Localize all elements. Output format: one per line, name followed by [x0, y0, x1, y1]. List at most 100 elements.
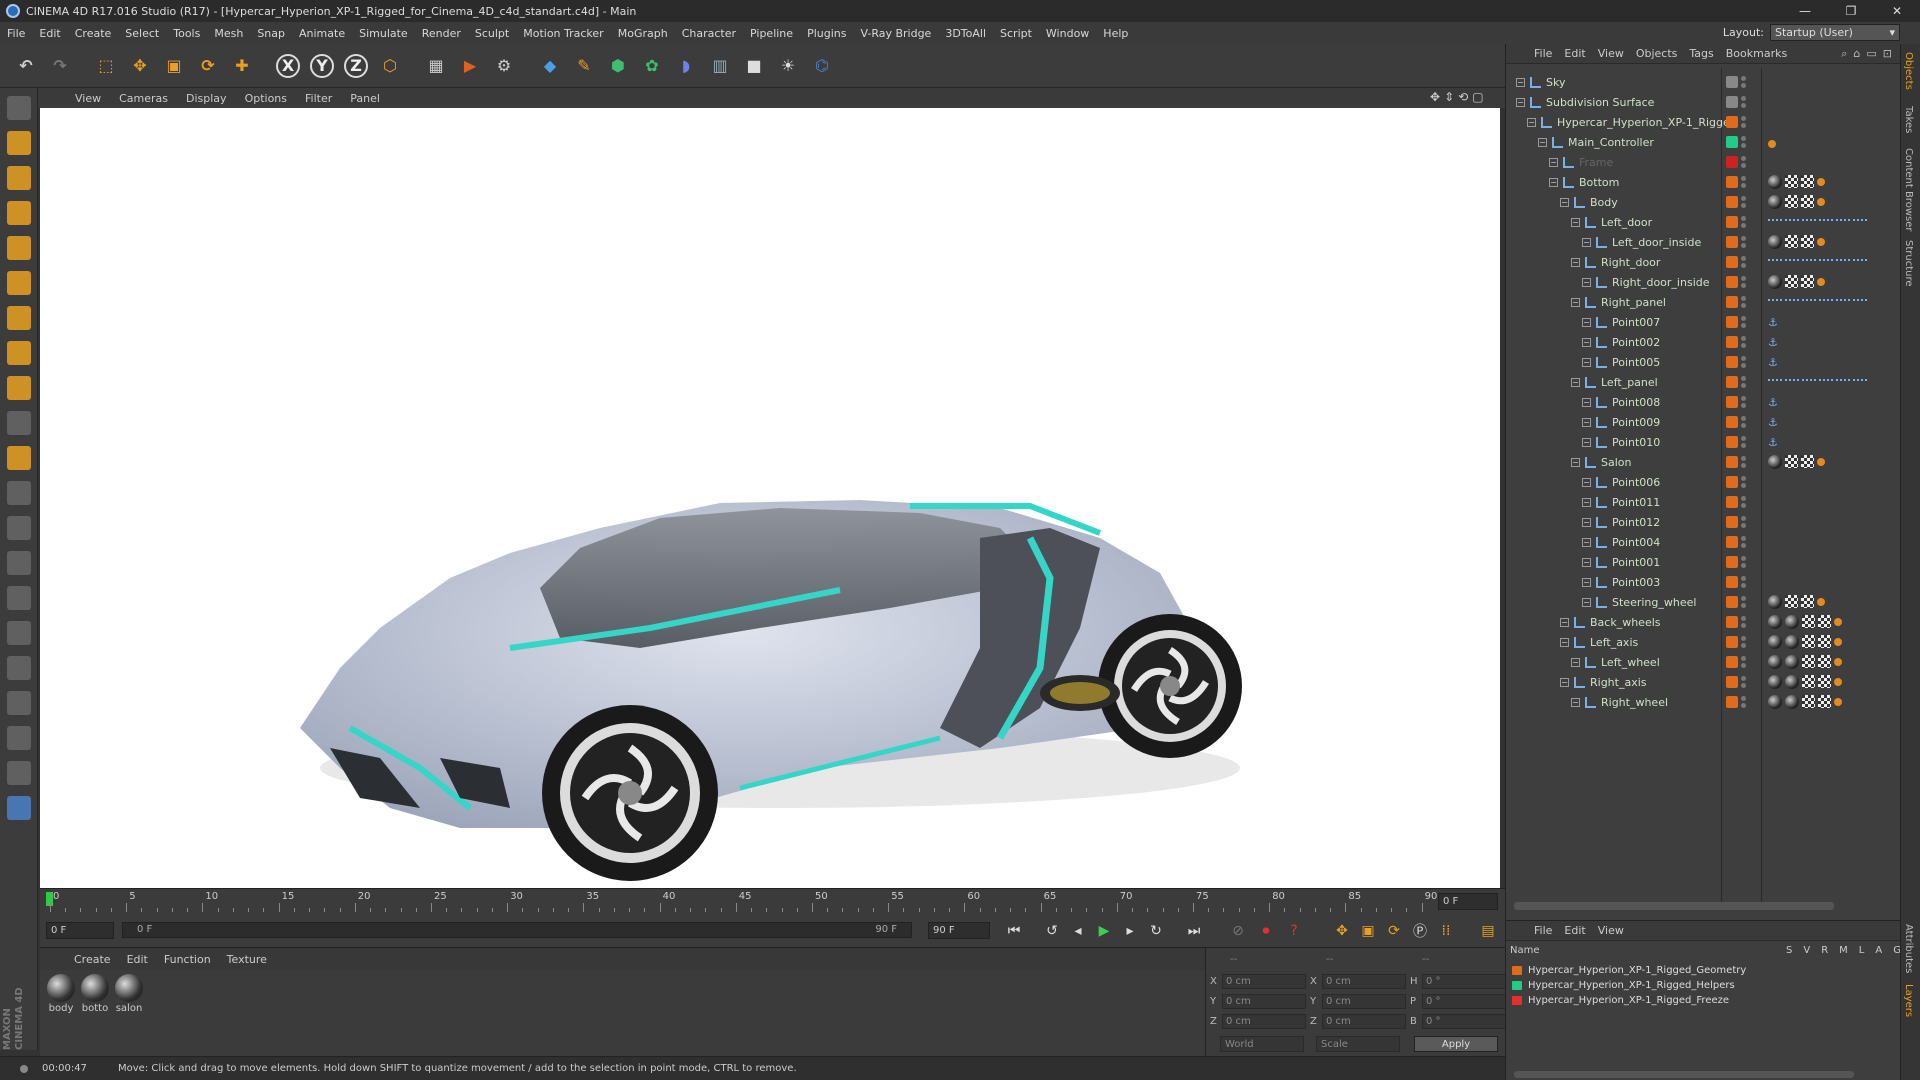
xpresso-tag-icon[interactable] — [1834, 698, 1842, 706]
light-button[interactable]: ☀ — [772, 50, 804, 82]
object-row[interactable]: − Hypercar_Hyperion_XP-1_Rigged — [1506, 112, 1901, 132]
tweak-mode-tool[interactable] — [3, 372, 35, 404]
ik-tag-icon[interactable]: ⚓ — [1768, 336, 1780, 349]
coord-field[interactable]: 0 cm — [1222, 994, 1306, 1009]
subdivision-button[interactable]: ⬢ — [602, 50, 634, 82]
xpresso-tag-icon[interactable] — [1853, 259, 1867, 269]
layer-color-swatch[interactable] — [1726, 636, 1738, 648]
xpresso-tag-icon[interactable] — [1819, 259, 1833, 269]
snapping-tool[interactable] — [3, 442, 35, 474]
texture-tag-icon[interactable] — [1768, 675, 1782, 689]
expand-toggle-icon[interactable]: − — [1527, 117, 1536, 127]
visibility-dots[interactable] — [1741, 236, 1747, 248]
layer-color-swatch[interactable] — [1726, 476, 1738, 488]
autokey-icon[interactable]: ? — [1282, 920, 1306, 942]
expand-toggle-icon[interactable]: − — [1582, 237, 1591, 247]
layer-color-swatch[interactable] — [1726, 256, 1738, 268]
visibility-dots[interactable] — [1741, 276, 1747, 288]
layer-color-swatch[interactable] — [1726, 616, 1738, 628]
layer-color-swatch[interactable] — [1726, 176, 1738, 188]
menu-help[interactable]: Help — [1096, 27, 1135, 40]
timeline-window-icon[interactable]: ▤ — [1476, 920, 1500, 942]
visibility-dots[interactable] — [1741, 176, 1747, 188]
coord-field[interactable]: 0 cm — [1322, 974, 1406, 989]
expand-toggle-icon[interactable]: − — [1582, 357, 1591, 367]
xpresso-tag-icon[interactable] — [1785, 219, 1799, 229]
object-row[interactable]: − Point012 — [1506, 512, 1901, 532]
expand-toggle-icon[interactable]: − — [1516, 77, 1525, 87]
vtab-attributes[interactable]: Attributes — [1903, 924, 1914, 973]
vtab-structure[interactable]: Structure — [1903, 240, 1914, 287]
sculpt-tool[interactable] — [3, 757, 35, 789]
ik-tag-icon[interactable]: ⚓ — [1768, 436, 1780, 449]
object-menu-tags[interactable]: Tags — [1683, 47, 1719, 60]
xpresso-tag-icon[interactable] — [1834, 678, 1842, 686]
expand-toggle-icon[interactable]: − — [1582, 337, 1591, 347]
edit-render-settings-button[interactable]: ⚙ — [488, 50, 520, 82]
current-frame-field[interactable]: 0 F — [1438, 893, 1498, 910]
redo-button[interactable]: ↷ — [44, 50, 76, 82]
xpresso-tag-icon[interactable] — [1836, 299, 1850, 309]
xpresso-tag-icon[interactable] — [1834, 618, 1842, 626]
visibility-dots[interactable] — [1741, 316, 1747, 328]
layout-dropdown[interactable]: Startup (User) ▾ — [1770, 24, 1900, 41]
move-button[interactable]: ✥ — [124, 50, 156, 82]
axis-m-tool[interactable] — [3, 547, 35, 579]
xpresso-tag-icon[interactable] — [1817, 278, 1825, 286]
expand-toggle-icon[interactable]: − — [1582, 437, 1591, 447]
visibility-dots[interactable] — [1741, 496, 1747, 508]
checker-tag-icon[interactable] — [1818, 635, 1831, 648]
layer-row[interactable]: Hypercar_Hyperion_XP-1_Rigged_Freeze — [1512, 993, 1729, 1007]
expand-toggle-icon[interactable]: − — [1582, 397, 1591, 407]
expand-toggle-icon[interactable]: − — [1571, 217, 1580, 227]
texture-tag-icon[interactable] — [1768, 635, 1782, 649]
visibility-dots[interactable] — [1741, 476, 1747, 488]
xpresso-tag-icon[interactable] — [1817, 458, 1825, 466]
expand-toggle-icon[interactable]: − — [1560, 197, 1569, 207]
object-row[interactable]: − Point006 — [1506, 472, 1901, 492]
menu-mograph[interactable]: MoGraph — [611, 27, 675, 40]
axis-mode-tool[interactable] — [3, 337, 35, 369]
locked-workplane-tool[interactable] — [3, 722, 35, 754]
timeline-ruler[interactable]: 0 F 0 5 10 15 20 25 30 35 40 45 50 55 60 65 70 75 80 85 90 — [40, 888, 1505, 914]
visibility-dots[interactable] — [1741, 656, 1747, 668]
next-key-icon[interactable]: ↻ — [1144, 920, 1168, 942]
xpresso-tag-icon[interactable] — [1836, 379, 1850, 389]
texture-tag-icon[interactable] — [1768, 455, 1782, 469]
object-menu-objects[interactable]: Objects — [1630, 47, 1684, 60]
layer-color-swatch[interactable] — [1726, 136, 1738, 148]
material-item[interactable]: salon — [114, 974, 144, 1014]
orbit-icon[interactable]: ⟲ — [1458, 90, 1468, 104]
layer-color-swatch[interactable] — [1726, 216, 1738, 228]
visibility-dots[interactable] — [1741, 256, 1747, 268]
checker-tag-icon[interactable] — [1802, 695, 1815, 708]
close-button[interactable]: ✕ — [1874, 0, 1920, 22]
expand-toggle-icon[interactable]: − — [1538, 137, 1547, 147]
expand-toggle-icon[interactable]: − — [1582, 517, 1591, 527]
texture-tag-icon[interactable] — [1768, 275, 1782, 289]
visibility-dots[interactable] — [1741, 336, 1747, 348]
expand-toggle-icon[interactable]: − — [1549, 157, 1558, 167]
texture-tag-icon[interactable] — [1768, 655, 1782, 669]
viewport-menu-display[interactable]: Display — [177, 92, 236, 105]
xpresso-tag-icon[interactable] — [1819, 299, 1833, 309]
menu-select[interactable]: Select — [118, 27, 166, 40]
object-row[interactable]: − Right_panel — [1506, 292, 1901, 312]
expand-toggle-icon[interactable]: − — [1571, 297, 1580, 307]
camera-button[interactable]: ■ — [738, 50, 770, 82]
keyframe-selection-icon[interactable]: ⊘ — [1226, 920, 1250, 942]
layer-color-swatch[interactable] — [1726, 536, 1738, 548]
cloner-button[interactable]: ✿ — [636, 50, 668, 82]
expand-toggle-icon[interactable]: − — [1582, 497, 1591, 507]
checker-tag-icon[interactable] — [1801, 275, 1814, 288]
layer-color-swatch[interactable] — [1726, 276, 1738, 288]
layer-color-swatch[interactable] — [1512, 995, 1522, 1005]
visibility-dots[interactable] — [1741, 396, 1747, 408]
expand-toggle-icon[interactable]: − — [1560, 637, 1569, 647]
object-row[interactable]: − Main_Controller — [1506, 132, 1901, 152]
xpresso-tag-icon[interactable] — [1817, 598, 1825, 606]
live-select-button[interactable]: ⬚ — [90, 50, 122, 82]
layer-color-swatch[interactable] — [1726, 656, 1738, 668]
maximize-button[interactable]: ❐ — [1828, 0, 1874, 22]
object-row[interactable]: − Right_axis — [1506, 672, 1901, 692]
